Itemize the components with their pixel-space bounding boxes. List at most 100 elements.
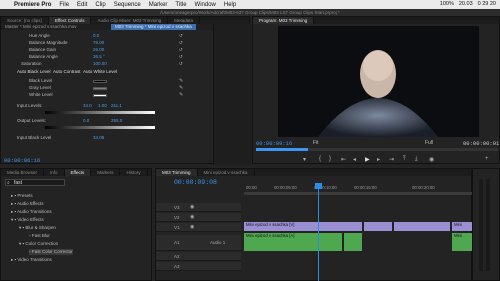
menu-file[interactable]: File — [59, 2, 69, 8]
video-clip-2[interactable] — [364, 222, 392, 231]
eye-icon[interactable]: ◉ — [190, 214, 194, 220]
timeline-timecode[interactable]: 00:00:09:08 — [174, 179, 217, 186]
work-area-bar[interactable] — [244, 192, 472, 195]
tab-markers[interactable]: Markers — [91, 169, 121, 176]
tree-item-fast-color-corrector[interactable]: ▫ Fast Color Corrector — [29, 249, 73, 255]
tab-mini-epizod[interactable]: Mini epizod v ssachka — [198, 169, 255, 176]
menu-app[interactable]: Premiere Pro — [14, 2, 51, 8]
gray-level-swatch[interactable] — [93, 87, 107, 90]
playhead-handle[interactable] — [315, 183, 322, 189]
tab-info[interactable]: Info — [44, 169, 65, 176]
tab-source[interactable]: Source: (no clips) — [1, 17, 50, 24]
input-gray-value[interactable]: 1.00 — [98, 103, 107, 109]
menu-help[interactable]: Help — [224, 2, 236, 8]
tree-item-color-correction[interactable]: ▾ ▪ Color Correction — [19, 241, 58, 247]
output-black-value[interactable]: 0.0 — [83, 118, 89, 124]
fit-dropdown[interactable]: Fit — [313, 140, 319, 146]
program-timecode[interactable]: 00:00:09:16 — [256, 140, 292, 147]
clip-badge[interactable]: M03 Trimming * Mini epizod v ssachka — [111, 24, 196, 30]
reset-icon[interactable]: ↺ — [179, 61, 183, 67]
eyedropper-icon[interactable]: ✎ — [179, 78, 183, 84]
reset-icon[interactable]: ↺ — [179, 40, 183, 46]
video-clip-end[interactable]: Mini — [452, 222, 472, 231]
tab-metadata[interactable]: Metadata — [168, 17, 200, 24]
search-value: fast — [14, 180, 23, 186]
program-scrubber[interactable] — [256, 148, 498, 151]
status-area: 100% 20.03 0 29 20 — [440, 1, 496, 7]
playhead[interactable] — [318, 185, 319, 281]
auto-black-level-button[interactable]: Auto Black Level — [17, 69, 51, 75]
tab-effect-controls[interactable]: Effect Controls — [49, 17, 92, 24]
track-header-v3: V3 ◉ — [156, 203, 241, 212]
step-forward-icon[interactable]: ▸ — [377, 156, 380, 163]
menu-edit[interactable]: Edit — [77, 2, 87, 8]
input-levels-gradient[interactable] — [45, 111, 155, 114]
ruler-mark-15: 00:00:15:00 — [354, 185, 377, 190]
eye-icon[interactable]: ◉ — [190, 204, 194, 210]
ruler-mark-5: 00:00:05:00 — [274, 185, 297, 190]
menu-marker[interactable]: Marker — [149, 2, 168, 8]
tree-item-audio-transitions[interactable]: ▸ ▪ Audio Transitions — [11, 209, 52, 215]
reset-icon[interactable]: ↺ — [179, 33, 183, 39]
play-icon[interactable]: ▶ — [365, 156, 370, 163]
menu-window[interactable]: Window — [195, 2, 216, 8]
saturation-value[interactable]: 100.00 — [93, 61, 107, 67]
tree-item-fast-blur[interactable]: ▫ Fast Blur — [29, 233, 50, 239]
go-to-in-icon[interactable]: ⇤ — [341, 156, 346, 163]
quality-dropdown[interactable]: Full — [425, 140, 433, 146]
reset-icon[interactable]: ↺ — [179, 54, 183, 60]
prop-hue-angle: Hue Angle 0.0 ↺ — [29, 33, 183, 39]
tab-effects[interactable]: Effects — [64, 169, 92, 176]
source-label[interactable]: Master * Mini epizod v.ssachka.mov — [1, 24, 76, 29]
add-button-icon[interactable]: + — [485, 156, 489, 162]
tab-program[interactable]: Program: M03 Trimming — [253, 17, 315, 24]
out-point-icon[interactable]: } — [329, 156, 331, 162]
tab-history[interactable]: History — [120, 169, 148, 176]
eyedropper-icon[interactable]: ✎ — [179, 92, 183, 98]
balance-angle-value[interactable]: 36.5 ° — [93, 54, 105, 60]
black-level-swatch[interactable] — [93, 80, 107, 83]
lift-icon[interactable]: ⤒ — [403, 156, 406, 163]
camera-icon[interactable]: ◉ — [429, 156, 434, 163]
menu-clip[interactable]: Clip — [95, 2, 105, 8]
ec-timecode[interactable]: 00:00:06:16 — [4, 157, 40, 164]
auto-white-level-button[interactable]: Auto White Level — [83, 69, 117, 75]
video-clip-3[interactable] — [394, 222, 450, 231]
input-white-value[interactable]: 211.1 — [111, 103, 122, 109]
balance-magnitude-value[interactable]: 76.00 — [93, 40, 104, 46]
tab-m03-trimming[interactable]: M03 Trimming — [156, 169, 198, 176]
white-level-swatch[interactable] — [93, 94, 107, 97]
eye-icon[interactable]: ◉ — [190, 224, 194, 230]
marker-icon[interactable]: ▾ — [303, 156, 306, 163]
audio-clip-2[interactable] — [344, 233, 362, 251]
output-white-value[interactable]: 255.0 — [111, 118, 122, 124]
eyedropper-icon[interactable]: ✎ — [179, 85, 183, 91]
effects-search-input[interactable]: ⌕ fast — [5, 179, 65, 186]
output-levels-gradient[interactable] — [45, 126, 155, 129]
reset-icon[interactable]: ↺ — [179, 47, 183, 53]
audio-clip[interactable]: Mini epizod v ssachka [A] — [244, 233, 342, 251]
menu-title[interactable]: Title — [175, 2, 186, 8]
auto-contrast-button[interactable]: Auto Contrast — [53, 69, 81, 75]
tab-media-browser[interactable]: Media Browser — [1, 169, 45, 176]
video-clip[interactable]: Mini epizod v ssachka [V] — [244, 222, 362, 231]
clip-source-bar: Master * Mini epizod v.ssachka.mov M03 T… — [1, 24, 249, 30]
tab-audio-clip-mixer[interactable]: Audio Clip Mixer: M03 Trimming — [91, 17, 169, 24]
audio-clip-end[interactable]: Mini — [452, 233, 472, 251]
scrubber-playhead — [256, 148, 308, 151]
timeline-tabs: M03 Trimming Mini epizod v ssachka — [156, 169, 471, 176]
go-to-out-icon[interactable]: ⇥ — [389, 156, 394, 163]
balance-gain-value[interactable]: 26.00 — [93, 47, 104, 53]
step-back-icon[interactable]: ◂ — [353, 156, 356, 163]
menu-sequence[interactable]: Sequence — [114, 2, 141, 8]
extract-icon[interactable]: ⤓ — [415, 156, 418, 163]
tree-item-video-effects[interactable]: ▾ ▪ Video Effects — [11, 217, 44, 223]
in-point-icon[interactable]: { — [319, 156, 321, 162]
tree-item-blur-sharpen[interactable]: ▾ ▪ Blur & Sharpen — [19, 225, 56, 231]
tree-item-audio-effects[interactable]: ▸ ▪ Audio Effects — [11, 201, 44, 207]
tree-item-video-transitions[interactable]: ▸ ▪ Video Transitions — [11, 257, 52, 263]
hue-angle-value[interactable]: 0.0 — [93, 33, 99, 39]
tree-item-presets[interactable]: ▸ ▪ Presets — [11, 193, 33, 199]
input-black-level-value[interactable]: 34.08 — [93, 135, 104, 141]
input-black-value[interactable]: 34.0 — [83, 103, 92, 109]
